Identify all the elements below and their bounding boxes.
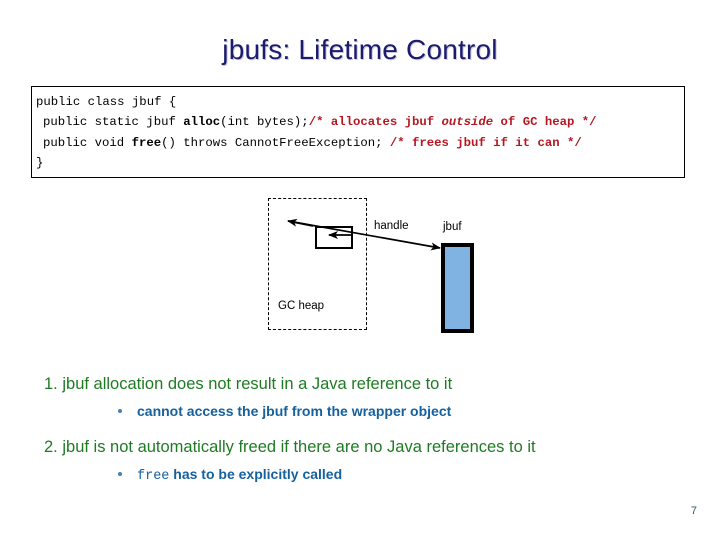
sub-bullet-1: cannot access the jbuf from the wrapper … — [44, 400, 684, 425]
item-number: 2. — [44, 438, 58, 456]
code-block: public class jbuf { public static jbuf a… — [31, 86, 685, 178]
code-segment: of GC heap */ — [493, 115, 597, 130]
sub-bullet-text: cannot access the jbuf from the wrapper … — [137, 403, 452, 419]
numbered-item-2: 2. jbuf is not automatically freed if th… — [44, 435, 684, 459]
bullet-dot-icon — [118, 472, 122, 476]
code-line: public void free() throws CannotFreeExce… — [36, 133, 684, 153]
item-text: jbuf allocation does not result in a Jav… — [62, 375, 453, 393]
code-comment: /* frees jbuf if it can */ — [389, 135, 582, 150]
item-text: jbuf is not automatically freed if there… — [62, 438, 536, 456]
code-comment: /* allocates jbuf outside of GC heap */ — [309, 115, 597, 129]
sub-bullet-mono: free — [137, 469, 170, 484]
code-segment: (int bytes); — [220, 115, 309, 130]
code-segment: /* allocates jbuf — [308, 115, 442, 130]
item-number: 1. — [44, 375, 58, 393]
numbered-item-1: 1. jbuf allocation does not result in a … — [44, 372, 684, 396]
code-segment: } — [36, 155, 44, 170]
code-segment: () throws CannotFreeException; — [161, 135, 390, 150]
code-segment-bold: alloc — [183, 115, 221, 130]
page-number: 7 — [690, 505, 697, 517]
code-line: } — [36, 153, 684, 173]
bullet-dot-icon — [118, 409, 122, 413]
code-line: public static jbuf alloc(int bytes);/* a… — [36, 112, 684, 132]
code-segment: public void — [43, 135, 132, 150]
code-segment: public static jbuf — [43, 115, 184, 130]
code-line: public class jbuf { — [36, 92, 684, 112]
handle-pointer-arrow-icon — [287, 218, 441, 251]
code-segment-italic: outside — [441, 115, 494, 130]
sub-bullet-text: has to be explicitly called — [169, 466, 343, 482]
lifetime-diagram: GC heap handle jbuf — [255, 190, 505, 345]
bullet-list: 1. jbuf allocation does not result in a … — [44, 372, 684, 498]
sub-bullet-2: free has to be explicitly called — [44, 463, 684, 488]
code-segment-bold: free — [131, 135, 162, 150]
page-title: jbufs: Lifetime Control — [222, 34, 498, 65]
code-segment: public class jbuf { — [36, 95, 177, 109]
